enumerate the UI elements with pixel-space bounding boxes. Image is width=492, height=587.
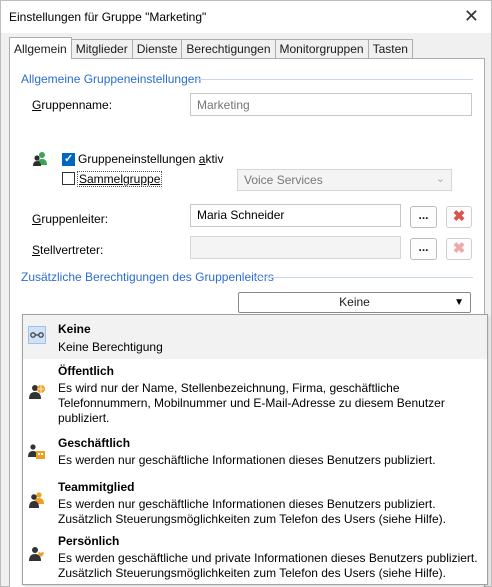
- option-desc: Es werden geschäftliche und private Info…: [58, 551, 478, 565]
- option-desc: Telefonnummern, Mobilnummer und E-Mail-A…: [58, 396, 445, 410]
- section-divider: [197, 79, 473, 80]
- option-desc: Keine Berechtigung: [58, 340, 163, 354]
- leader-label: Gruppenleiter:: [32, 212, 109, 226]
- option-title: Keine: [58, 322, 91, 336]
- deputy-delete-button[interactable]: ✖: [446, 238, 472, 260]
- option-persoenlich[interactable]: Persönlich Es werden geschäftliche und p…: [23, 531, 487, 585]
- option-title: Teammitglied: [58, 480, 135, 494]
- service-select[interactable]: Voice Services ⌄: [237, 169, 452, 191]
- option-desc: publiziert.: [58, 411, 110, 425]
- option-desc: Es wird nur der Name, Stellenbezeichnung…: [58, 381, 400, 395]
- permission-options-list: Keine Keine Berechtigung Öffentlich Es w…: [22, 314, 488, 585]
- permissions-section-title: Zusätzliche Berechtigungen des Gruppenle…: [21, 270, 274, 284]
- link-icon: [28, 326, 46, 344]
- delete-icon: ✖: [452, 208, 466, 225]
- leader-browse-button[interactable]: ...: [410, 206, 437, 228]
- tab-dienste[interactable]: Dienste: [131, 39, 183, 59]
- general-section-title: Allgemeine Gruppeneinstellungen: [21, 72, 202, 86]
- deputy-field[interactable]: [190, 236, 401, 259]
- deputy-browse-button[interactable]: ...: [410, 238, 437, 260]
- settings-dialog: Einstellungen für Gruppe "Marketing" ✕ A…: [0, 0, 492, 587]
- user-building-icon: [28, 443, 46, 461]
- service-select-value: Voice Services: [244, 173, 323, 187]
- active-label: Gruppeneinstellungen aktiv: [78, 152, 224, 166]
- tab-monitorgruppen[interactable]: Monitorgruppen: [274, 39, 369, 59]
- user-heart-icon: [28, 545, 46, 563]
- option-title: Öffentlich: [58, 364, 114, 378]
- chevron-down-icon: ⌄: [435, 173, 445, 185]
- permission-dropdown[interactable]: Keine ▼: [238, 292, 471, 313]
- option-desc: Zusätzlich Steuerungsmöglichkeiten zum T…: [58, 512, 446, 526]
- caret-down-icon: ▼: [454, 297, 464, 308]
- option-teammitglied[interactable]: Teammitglied Es werden nur geschäftliche…: [23, 477, 487, 531]
- close-icon[interactable]: ✕: [464, 6, 479, 26]
- title-bar: Einstellungen für Gruppe "Marketing" ✕: [1, 1, 491, 33]
- user-team-icon: [28, 491, 46, 509]
- leader-delete-button[interactable]: ✖: [446, 206, 472, 228]
- tab-tasten[interactable]: Tasten: [367, 39, 413, 59]
- option-desc: Es werden nur geschäftliche Informatione…: [58, 497, 436, 511]
- tab-mitglieder[interactable]: Mitglieder: [70, 39, 133, 59]
- delete-icon: ✖: [452, 240, 466, 257]
- collective-group-checkbox[interactable]: [62, 172, 75, 185]
- deputy-label: Stellvertreter:: [32, 243, 104, 257]
- tab-allgemein[interactable]: Allgemein: [9, 37, 72, 59]
- collective-group-label: Sammelgruppe: [77, 171, 163, 187]
- group-name-label: Gruppenname:: [32, 98, 113, 112]
- group-name-input[interactable]: [190, 93, 472, 116]
- option-title: Persönlich: [58, 534, 120, 548]
- leader-field[interactable]: Maria Schneider: [190, 204, 401, 227]
- tab-strip: Allgemein Mitglieder Dienste Berechtigun…: [9, 37, 413, 59]
- active-checkbox[interactable]: [62, 152, 75, 166]
- option-oeffentlich[interactable]: Öffentlich Es wird nur der Name, Stellen…: [23, 361, 487, 429]
- option-desc: Zusätzlich Steuerungsmöglichkeiten zum T…: [58, 566, 446, 580]
- user-globe-icon: [28, 383, 46, 401]
- tab-berechtigungen[interactable]: Berechtigungen: [181, 39, 276, 59]
- option-geschaeftlich[interactable]: Geschäftlich Es werden nur geschäftliche…: [23, 433, 487, 473]
- option-keine[interactable]: Keine Keine Berechtigung: [23, 315, 487, 359]
- group-users-icon: [31, 151, 49, 167]
- dialog-title: Einstellungen für Gruppe "Marketing": [9, 10, 207, 24]
- section-divider: [255, 277, 473, 278]
- option-desc: Es werden nur geschäftliche Informatione…: [58, 453, 436, 467]
- option-title: Geschäftlich: [58, 436, 131, 450]
- permission-dropdown-value: Keine: [339, 295, 370, 309]
